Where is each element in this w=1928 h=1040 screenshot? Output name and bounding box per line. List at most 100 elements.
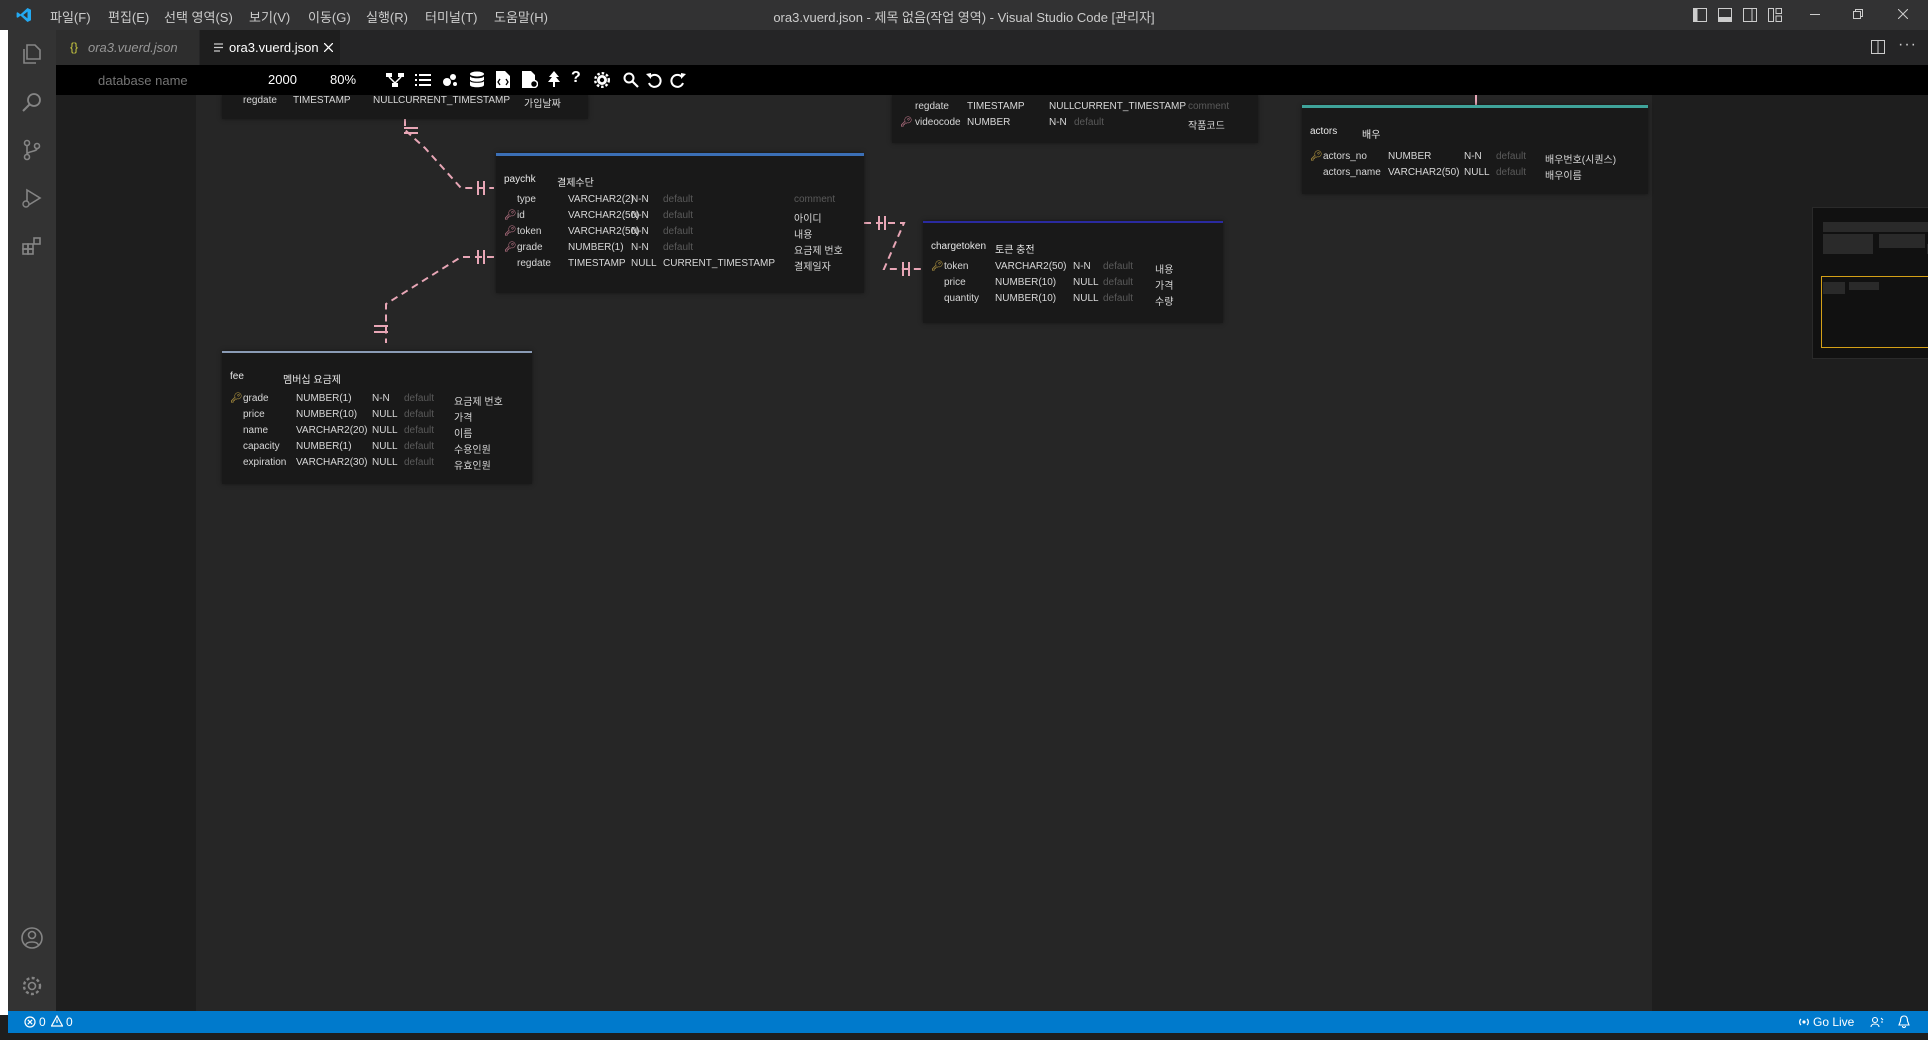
relationship-icon[interactable] [386,72,404,88]
warning-icon[interactable] [51,1015,63,1027]
table-name[interactable]: fee [230,371,244,382]
column-row[interactable]: regdate TIMESTAMP NULL CURRENT_TIMESTAMP 결제일… [496,258,864,273]
column-row[interactable]: price NUMBER(10) NULL default 가격 [222,409,532,424]
column-type: TIMESTAMP [967,101,1025,112]
broadcast-icon[interactable] [1798,1016,1810,1028]
menu-run[interactable]: 실행(R) [366,7,408,26]
notifications-bell-icon[interactable] [1898,1015,1910,1028]
erd-table-fee[interactable]: fee 멤버십 요금제 🔑︎ grade NUMBER(1) N-N default 요금… [222,351,532,484]
source-control-icon[interactable] [20,138,44,162]
close-tab-icon[interactable] [324,43,333,52]
menu-edit[interactable]: 편집(E) [108,7,149,26]
column-nullable: NULL [631,258,657,269]
menu-view[interactable]: 보기(V) [249,7,290,26]
error-icon[interactable] [24,1016,36,1028]
primary-key-icon: 🔑︎ [1310,151,1323,162]
customize-layout-icon[interactable] [1768,8,1782,22]
column-comment: comment [1188,101,1230,112]
minimize-icon[interactable] [1810,14,1820,16]
settings-gear-icon[interactable] [594,72,610,88]
column-row[interactable]: 🔑︎ actors_no NUMBER N-N default 배우번호(시퀀스… [1302,151,1648,166]
minimap-viewport[interactable] [1821,276,1928,348]
list-icon[interactable] [415,72,431,88]
primary-foreign-key-icon: 🔑︎ [504,210,517,221]
column-row[interactable]: 🔑︎ id VARCHAR2(50) N-N default 아이디 [496,210,864,225]
column-row[interactable]: quantity NUMBER(10) NULL default 수량 [923,293,1223,308]
erd-table-actors[interactable]: actors 배우 🔑︎ actors_no NUMBER N-N defaul… [1302,105,1648,194]
table-name[interactable]: actors [1310,126,1337,137]
run-debug-icon[interactable] [20,186,44,210]
database-name-input[interactable] [96,70,250,90]
tree-icon[interactable] [547,71,561,88]
canvas-size-input[interactable]: 2000 [268,72,297,87]
column-row[interactable]: type VARCHAR2(2) N-N default comment [496,194,864,208]
column-row[interactable]: 🔑︎ grade NUMBER(1) N-N default 요금제 번호 [222,393,532,408]
column-row[interactable]: expiration VARCHAR2(30) NULL default 유효인원 [222,457,532,472]
column-row[interactable]: regdate TIMESTAMP NULL CURRENT_TIMESTAMP… [892,101,1258,115]
erd-table-chargetoken[interactable]: chargetoken 토큰 충전 🔑︎ token VARCHAR2(50) N-N… [923,221,1223,323]
column-default: default [404,441,435,452]
error-count[interactable]: 0 [39,1015,46,1029]
column-name: expiration [243,457,287,468]
column-comment: 내용 [1155,265,1174,276]
column-nullable: NULL [372,425,398,436]
database-icon[interactable] [469,71,485,88]
table-comment[interactable]: 토큰 충전 [995,241,1035,256]
accounts-icon[interactable] [20,926,44,950]
tab-ora3-json-active[interactable]: ora3.vuerd.json [200,30,340,65]
menu-terminal[interactable]: 터미널(T) [425,7,477,26]
toggle-panel-icon[interactable] [1718,8,1732,22]
column-row[interactable]: actors_name VARCHAR2(50) NULL default 배우… [1302,167,1648,182]
erd-table-partial-top[interactable]: regdate TIMESTAMP NULL CURRENT_TIMESTAMP… [222,95,588,119]
column-row[interactable]: name VARCHAR2(20) NULL default 이름 [222,425,532,440]
restore-icon[interactable] [1853,9,1863,19]
memo-bubbles-icon[interactable] [442,72,458,88]
column-row[interactable]: 🔑︎ videocode NUMBER N-N default 작품코드 [892,117,1258,132]
erd-canvas[interactable]: regdate TIMESTAMP NULL CURRENT_TIMESTAMP… [56,95,1928,1011]
find-icon[interactable] [623,72,639,88]
table-name[interactable]: paychk [504,174,536,185]
erd-table-partial-video[interactable]: regdate TIMESTAMP NULL CURRENT_TIMESTAMP… [892,95,1258,143]
table-comment[interactable]: 배우 [1362,126,1380,141]
table-comment[interactable]: 결제수단 [557,174,594,189]
undo-icon[interactable] [646,72,662,88]
table-name[interactable]: chargetoken [931,241,986,252]
column-row[interactable]: regdate TIMESTAMP NULL CURRENT_TIMESTAMP… [243,95,583,110]
toggle-sidebar-icon[interactable] [1693,8,1707,22]
close-window-icon[interactable] [1898,9,1908,19]
file-settings-icon[interactable] [522,71,538,88]
more-actions-icon[interactable]: ··· [1898,36,1917,54]
column-row[interactable]: 🔑︎ grade NUMBER(1) N-N default 요금제 번호 [496,242,864,257]
feedback-icon[interactable] [1870,1016,1884,1028]
menu-file[interactable]: 파일(F) [50,7,91,26]
column-type: VARCHAR2(50) [995,261,1067,272]
tab-ora3-json-preview[interactable]: {} ora3.vuerd.json [56,30,199,65]
extensions-icon[interactable] [20,234,44,258]
column-comment: 가격 [454,413,473,424]
table-comment[interactable]: 멤버십 요금제 [283,371,341,386]
search-icon[interactable] [20,90,44,114]
go-live-button[interactable]: Go Live [1813,1015,1854,1029]
column-row[interactable]: 🔑︎ token VARCHAR2(50) N-N default 내용 [923,261,1223,276]
help-icon[interactable]: ? [571,69,581,87]
warning-count[interactable]: 0 [66,1015,73,1029]
column-type: VARCHAR2(20) [296,425,368,436]
erd-table-paychk[interactable]: paychk 결제수단 type VARCHAR2(2) N-N default com… [496,153,864,293]
toggle-secondary-sidebar-icon[interactable] [1743,8,1757,22]
column-row[interactable]: 🔑︎ token VARCHAR2(50) N-N default 내용 [496,226,864,241]
explorer-icon[interactable] [20,42,44,66]
manage-gear-icon[interactable] [20,974,44,998]
vscode-logo-icon[interactable] [16,7,32,23]
column-row[interactable]: capacity NUMBER(1) NULL default 수용인원 [222,441,532,456]
zoom-level-input[interactable]: 80% [330,72,356,87]
menu-selection[interactable]: 선택 영역(S) [164,7,233,26]
column-nullable: NULL [1049,101,1075,112]
split-editor-icon[interactable] [1871,40,1885,54]
menu-help[interactable]: 도움말(H) [494,7,548,26]
export-code-icon[interactable] [496,71,510,88]
menu-go[interactable]: 이동(G) [308,7,351,26]
column-row[interactable]: price NUMBER(10) NULL default 가격 [923,277,1223,292]
minimap[interactable] [1812,207,1928,359]
redo-icon[interactable] [670,72,686,88]
column-comment: 내용 [794,230,813,241]
